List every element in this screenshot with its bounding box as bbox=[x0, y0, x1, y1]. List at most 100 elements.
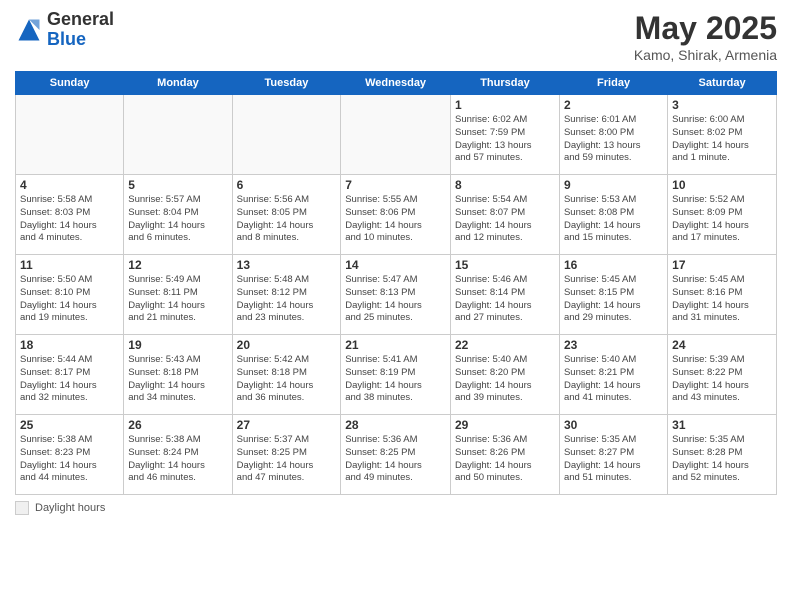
day-info: Sunrise: 5:48 AM Sunset: 8:12 PM Dayligh… bbox=[237, 274, 337, 325]
calendar-cell: 29 Sunrise: 5:36 AM Sunset: 8:26 PM Dayli… bbox=[450, 415, 559, 495]
calendar-cell bbox=[16, 95, 124, 175]
calendar-cell: 23Sunrise: 5:40 AM Sunset: 8:21 PM Dayli… bbox=[559, 335, 667, 415]
day-info: Sunrise: 5:41 AM Sunset: 8:19 PM Dayligh… bbox=[345, 354, 446, 405]
calendar-cell: 14Sunrise: 5:47 AM Sunset: 8:13 PM Dayli… bbox=[341, 255, 451, 335]
calendar-cell: 8Sunrise: 5:54 AM Sunset: 8:07 PM Daylig… bbox=[450, 175, 559, 255]
day-number: 19 bbox=[128, 338, 227, 352]
day-info: Sunrise: 5:35 AM Sunset: 8:27 PM Dayligh… bbox=[564, 434, 663, 485]
day-number: 10 bbox=[672, 178, 772, 192]
day-info: Sunrise: 6:01 AM Sunset: 8:00 PM Dayligh… bbox=[564, 114, 663, 165]
day-number: 23 bbox=[564, 338, 663, 352]
day-number: 13 bbox=[237, 258, 337, 272]
calendar-cell: 20 Sunrise: 5:42 AM Sunset: 8:18 PM Dayli… bbox=[232, 335, 341, 415]
day-number: 17 bbox=[672, 258, 772, 272]
calendar-day-header: Wednesday bbox=[341, 72, 451, 95]
calendar-cell: 7 Sunrise: 5:55 AM Sunset: 8:06 PM Daylig… bbox=[341, 175, 451, 255]
location: Kamo, Shirak, Armenia bbox=[634, 47, 777, 63]
day-number: 30 bbox=[564, 418, 663, 432]
day-number: 8 bbox=[455, 178, 555, 192]
day-info: Sunrise: 5:38 AM Sunset: 8:24 PM Dayligh… bbox=[128, 434, 227, 485]
day-number: 26 bbox=[128, 418, 227, 432]
day-number: 5 bbox=[128, 178, 227, 192]
legend-text: Daylight hours bbox=[35, 502, 105, 514]
calendar-cell: 16 Sunrise: 5:45 AM Sunset: 8:15 PM Dayli… bbox=[559, 255, 667, 335]
day-info: Sunrise: 5:52 AM Sunset: 8:09 PM Dayligh… bbox=[672, 194, 772, 245]
day-info: Sunrise: 5:40 AM Sunset: 8:20 PM Dayligh… bbox=[455, 354, 555, 405]
day-info: Sunrise: 5:55 AM Sunset: 8:06 PM Dayligh… bbox=[345, 194, 446, 245]
calendar-cell bbox=[232, 95, 341, 175]
legend: Daylight hours bbox=[15, 501, 777, 515]
calendar-cell: 22 Sunrise: 5:40 AM Sunset: 8:20 PM Dayli… bbox=[450, 335, 559, 415]
day-info: Sunrise: 5:37 AM Sunset: 8:25 PM Dayligh… bbox=[237, 434, 337, 485]
day-info: Sunrise: 6:00 AM Sunset: 8:02 PM Dayligh… bbox=[672, 114, 772, 165]
calendar-cell: 18 Sunrise: 5:44 AM Sunset: 8:17 PM Dayli… bbox=[16, 335, 124, 415]
legend-box bbox=[15, 501, 29, 515]
day-number: 20 bbox=[237, 338, 337, 352]
calendar-week-row: 4Sunrise: 5:58 AM Sunset: 8:03 PM Daylig… bbox=[16, 175, 777, 255]
day-info: Sunrise: 6:02 AM Sunset: 7:59 PM Dayligh… bbox=[455, 114, 555, 165]
calendar-cell: 21 Sunrise: 5:41 AM Sunset: 8:19 PM Dayli… bbox=[341, 335, 451, 415]
day-info: Sunrise: 5:45 AM Sunset: 8:16 PM Dayligh… bbox=[672, 274, 772, 325]
title-section: May 2025 Kamo, Shirak, Armenia bbox=[634, 10, 777, 63]
calendar-header-row: SundayMondayTuesdayWednesdayThursdayFrid… bbox=[16, 72, 777, 95]
calendar-cell: 9 Sunrise: 5:53 AM Sunset: 8:08 PM Daylig… bbox=[559, 175, 667, 255]
calendar-cell: 28Sunrise: 5:36 AM Sunset: 8:25 PM Dayli… bbox=[341, 415, 451, 495]
day-info: Sunrise: 5:39 AM Sunset: 8:22 PM Dayligh… bbox=[672, 354, 772, 405]
day-number: 31 bbox=[672, 418, 772, 432]
calendar-day-header: Monday bbox=[124, 72, 232, 95]
day-number: 9 bbox=[564, 178, 663, 192]
day-info: Sunrise: 5:46 AM Sunset: 8:14 PM Dayligh… bbox=[455, 274, 555, 325]
calendar-week-row: 25 Sunrise: 5:38 AM Sunset: 8:23 PM Dayli… bbox=[16, 415, 777, 495]
calendar-cell: 27 Sunrise: 5:37 AM Sunset: 8:25 PM Dayli… bbox=[232, 415, 341, 495]
day-number: 18 bbox=[20, 338, 119, 352]
calendar-cell: 25 Sunrise: 5:38 AM Sunset: 8:23 PM Dayli… bbox=[16, 415, 124, 495]
day-info: Sunrise: 5:53 AM Sunset: 8:08 PM Dayligh… bbox=[564, 194, 663, 245]
calendar-cell: 6Sunrise: 5:56 AM Sunset: 8:05 PM Daylig… bbox=[232, 175, 341, 255]
calendar-cell: 17 Sunrise: 5:45 AM Sunset: 8:16 PM Dayli… bbox=[668, 255, 777, 335]
day-number: 11 bbox=[20, 258, 119, 272]
calendar-cell bbox=[124, 95, 232, 175]
day-number: 7 bbox=[345, 178, 446, 192]
calendar-cell: 19Sunrise: 5:43 AM Sunset: 8:18 PM Dayli… bbox=[124, 335, 232, 415]
calendar-week-row: 18 Sunrise: 5:44 AM Sunset: 8:17 PM Dayli… bbox=[16, 335, 777, 415]
day-number: 21 bbox=[345, 338, 446, 352]
day-number: 25 bbox=[20, 418, 119, 432]
day-info: Sunrise: 5:50 AM Sunset: 8:10 PM Dayligh… bbox=[20, 274, 119, 325]
day-number: 27 bbox=[237, 418, 337, 432]
day-info: Sunrise: 5:36 AM Sunset: 8:26 PM Dayligh… bbox=[455, 434, 555, 485]
day-info: Sunrise: 5:45 AM Sunset: 8:15 PM Dayligh… bbox=[564, 274, 663, 325]
day-number: 2 bbox=[564, 98, 663, 112]
day-info: Sunrise: 5:49 AM Sunset: 8:11 PM Dayligh… bbox=[128, 274, 227, 325]
day-number: 14 bbox=[345, 258, 446, 272]
day-number: 4 bbox=[20, 178, 119, 192]
calendar-cell: 31Sunrise: 5:35 AM Sunset: 8:28 PM Dayli… bbox=[668, 415, 777, 495]
logo-blue-text: Blue bbox=[47, 30, 114, 50]
day-info: Sunrise: 5:57 AM Sunset: 8:04 PM Dayligh… bbox=[128, 194, 227, 245]
header: General Blue May 2025 Kamo, Shirak, Arme… bbox=[15, 10, 777, 63]
calendar-cell: 1Sunrise: 6:02 AM Sunset: 7:59 PM Daylig… bbox=[450, 95, 559, 175]
day-number: 3 bbox=[672, 98, 772, 112]
logo-general-text: General bbox=[47, 10, 114, 30]
logo: General Blue bbox=[15, 10, 114, 50]
calendar-day-header: Tuesday bbox=[232, 72, 341, 95]
calendar-day-header: Thursday bbox=[450, 72, 559, 95]
calendar-cell: 12Sunrise: 5:49 AM Sunset: 8:11 PM Dayli… bbox=[124, 255, 232, 335]
day-info: Sunrise: 5:42 AM Sunset: 8:18 PM Dayligh… bbox=[237, 354, 337, 405]
calendar-cell: 10 Sunrise: 5:52 AM Sunset: 8:09 PM Dayli… bbox=[668, 175, 777, 255]
logo-text: General Blue bbox=[47, 10, 114, 50]
calendar-week-row: 1Sunrise: 6:02 AM Sunset: 7:59 PM Daylig… bbox=[16, 95, 777, 175]
day-info: Sunrise: 5:56 AM Sunset: 8:05 PM Dayligh… bbox=[237, 194, 337, 245]
day-info: Sunrise: 5:44 AM Sunset: 8:17 PM Dayligh… bbox=[20, 354, 119, 405]
day-info: Sunrise: 5:38 AM Sunset: 8:23 PM Dayligh… bbox=[20, 434, 119, 485]
calendar-cell: 15Sunrise: 5:46 AM Sunset: 8:14 PM Dayli… bbox=[450, 255, 559, 335]
calendar-day-header: Sunday bbox=[16, 72, 124, 95]
calendar-cell: 3 Sunrise: 6:00 AM Sunset: 8:02 PM Daylig… bbox=[668, 95, 777, 175]
day-number: 29 bbox=[455, 418, 555, 432]
day-number: 16 bbox=[564, 258, 663, 272]
day-number: 28 bbox=[345, 418, 446, 432]
day-number: 24 bbox=[672, 338, 772, 352]
calendar-cell: 5 Sunrise: 5:57 AM Sunset: 8:04 PM Daylig… bbox=[124, 175, 232, 255]
day-number: 22 bbox=[455, 338, 555, 352]
calendar-day-header: Friday bbox=[559, 72, 667, 95]
logo-icon bbox=[15, 16, 43, 44]
